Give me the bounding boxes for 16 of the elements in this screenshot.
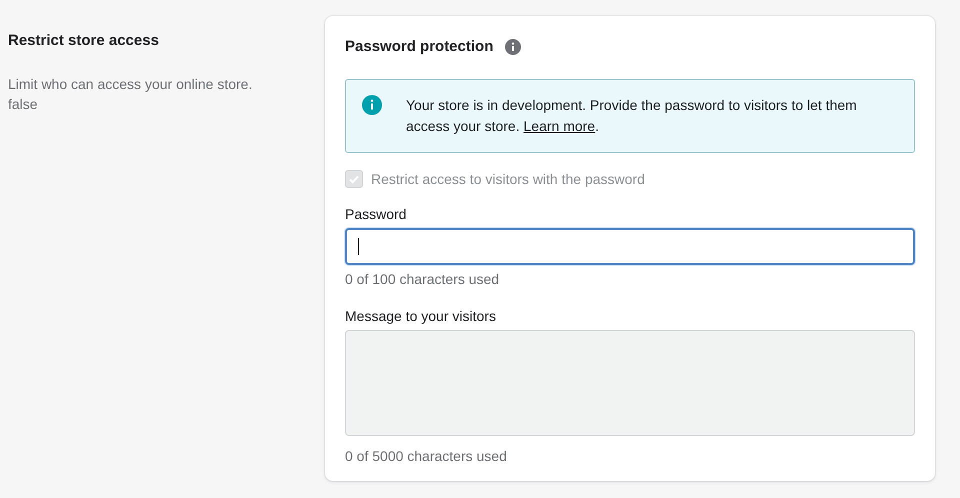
section-title: Restrict store access <box>8 31 160 51</box>
checkbox-label: Restrict access to visitors with the password <box>371 170 645 189</box>
check-icon <box>348 173 360 185</box>
field-label: Password <box>345 204 408 224</box>
card-title: Password protection <box>345 37 494 57</box>
character-count: 0 of 100 characters used <box>345 270 500 288</box>
info-icon[interactable] <box>505 39 522 56</box>
character-count: 0 of 5000 characters used <box>345 446 508 466</box>
text-cursor <box>358 238 359 254</box>
learn-more-link[interactable]: Learn more <box>524 118 596 134</box>
banner-text: Your store is in development. Provide the password to visitors to let them access your store. Learn more. <box>406 96 858 136</box>
section-description: false <box>8 94 39 114</box>
info-icon <box>362 94 382 114</box>
password-field[interactable] <box>345 228 915 264</box>
field-label: Message to your visitors <box>345 306 497 326</box>
section-description: Limit who can access your online store. <box>8 74 254 94</box>
